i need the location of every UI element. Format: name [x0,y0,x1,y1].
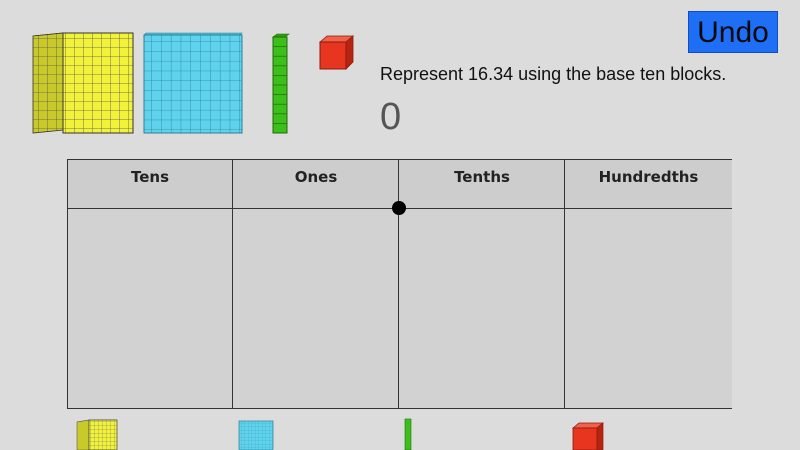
decimal-point-marker[interactable] [392,201,406,215]
tenths-drop-zone[interactable] [399,208,565,409]
tenths-column[interactable]: Tenths [399,159,565,409]
hundred-flat-icon[interactable] [238,420,274,450]
column-divider [398,159,399,409]
thousand-cube-icon[interactable] [75,418,119,450]
ones-column[interactable]: Ones [233,159,399,409]
place-value-table: Tens Ones Tenths Hundredths [67,159,732,409]
unit-cube-icon[interactable] [571,421,605,450]
hundredths-drop-zone[interactable] [565,208,732,409]
tens-drop-zone[interactable] [67,208,233,409]
task-prompt: Represent 16.34 using the base ten block… [380,64,727,84]
table-bottom-border [67,408,732,409]
ones-drop-zone[interactable] [233,208,399,409]
ones-header: Ones [233,159,399,208]
table-top-border [67,159,732,160]
thousand-cube-icon[interactable] [30,30,136,136]
tens-header: Tens [67,159,233,208]
tenths-header: Tenths [399,159,565,208]
column-divider [67,159,68,409]
hundredths-column[interactable]: Hundredths [565,159,732,409]
current-value-display: 0 [380,96,402,138]
tens-column[interactable]: Tens [67,159,233,409]
hundredths-header: Hundredths [565,159,732,208]
undo-button[interactable]: Undo [688,11,778,53]
unit-cube-icon[interactable] [318,34,356,72]
column-divider [232,159,233,409]
hundred-flat-icon[interactable] [142,32,244,136]
column-divider [564,159,565,409]
ten-rod-icon[interactable] [404,418,412,450]
ten-rod-icon[interactable] [271,33,291,135]
block-palette [30,30,370,140]
